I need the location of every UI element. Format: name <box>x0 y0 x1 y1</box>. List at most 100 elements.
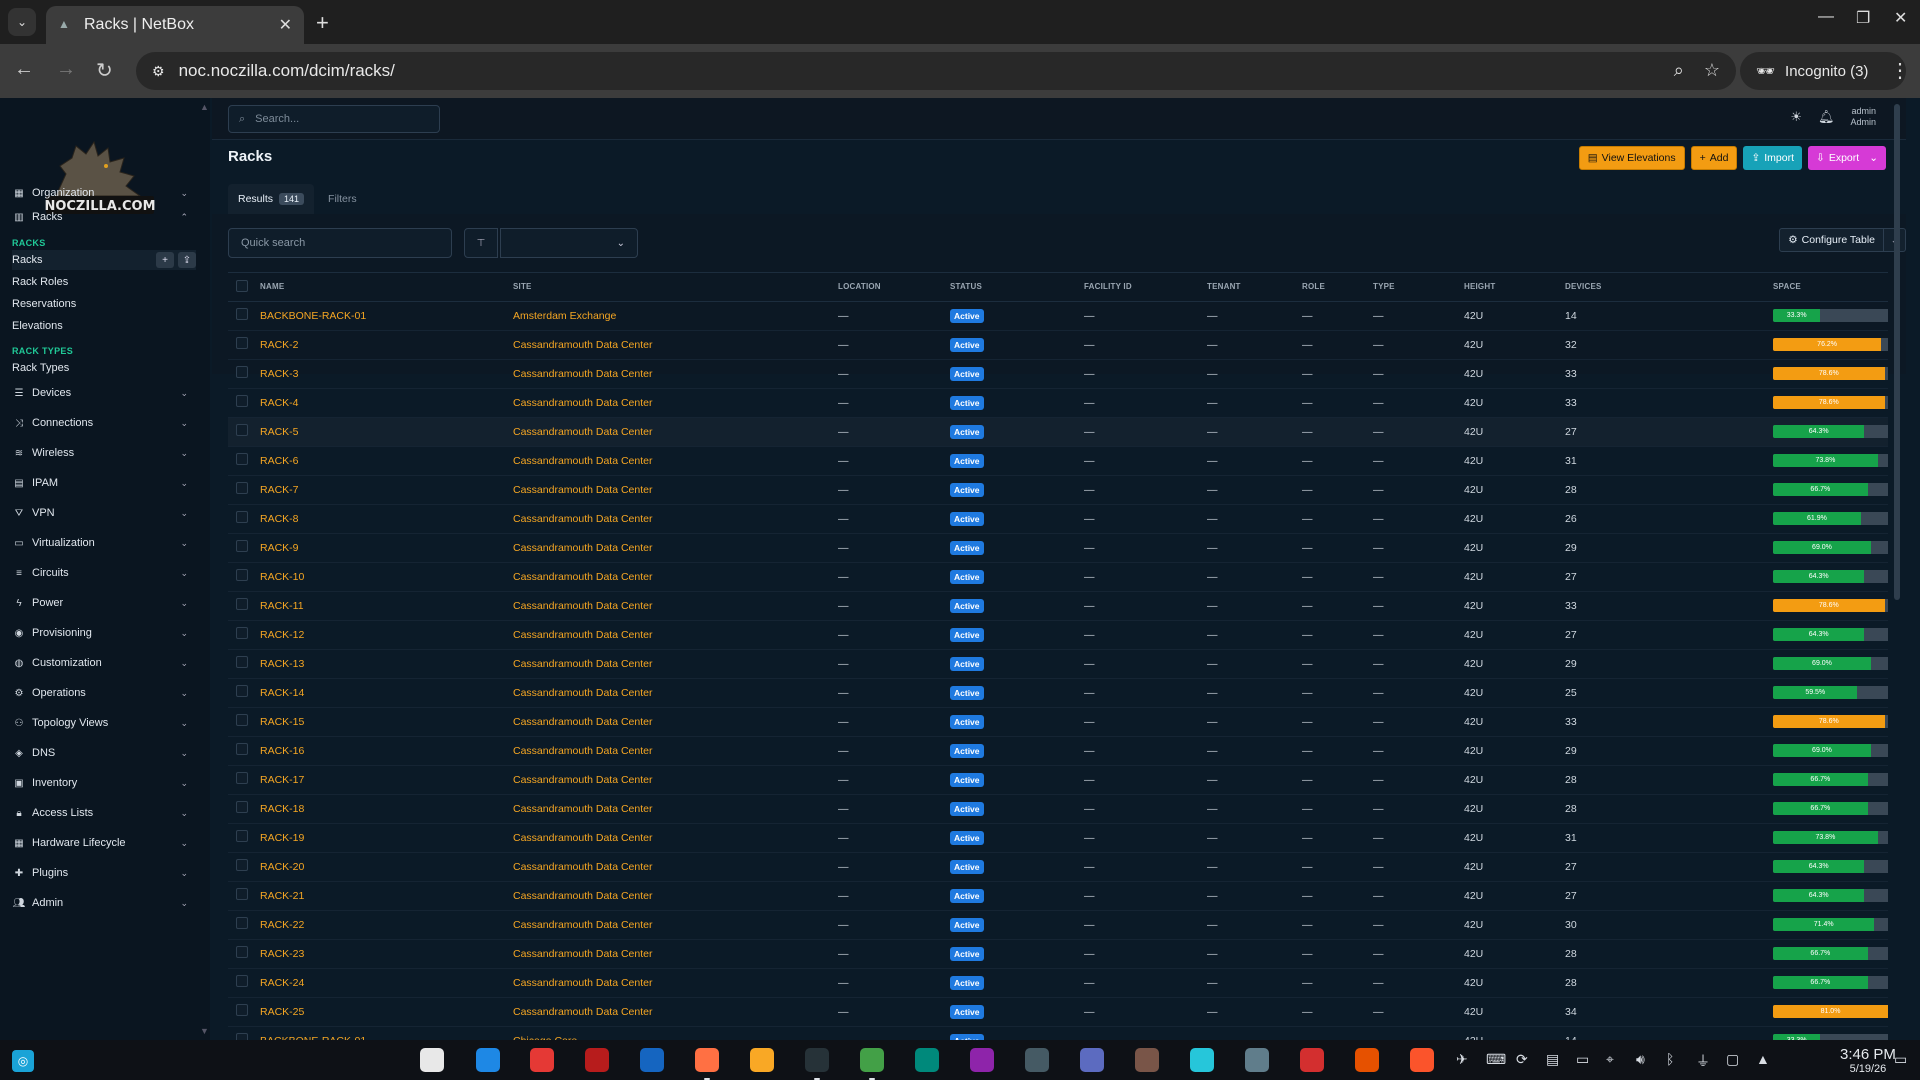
address-bar[interactable]: ⚙ noc.noczilla.com/dcim/racks/ ⌕ ☆ <box>136 52 1736 90</box>
row-checkbox[interactable] <box>236 366 248 378</box>
site-link[interactable]: Cassandramouth Data Center <box>513 861 653 873</box>
user-menu[interactable]: admin Admin <box>1850 106 1876 128</box>
sidebar-subitem-rack-roles[interactable]: Rack Roles <box>12 272 196 292</box>
sidebar-subitem-reservations[interactable]: Reservations <box>12 294 196 314</box>
gitkraken-icon[interactable] <box>915 1048 939 1072</box>
steam-icon[interactable] <box>1245 1048 1269 1072</box>
row-checkbox[interactable] <box>236 424 248 436</box>
vpn-app-icon[interactable] <box>1300 1048 1324 1072</box>
row-checkbox[interactable] <box>236 656 248 668</box>
sidebar-item-dns[interactable]: ◈ DNS ⌄ <box>0 742 196 764</box>
sidebar-item-operations[interactable]: ⚙ Operations ⌄ <box>0 682 196 704</box>
row-checkbox[interactable] <box>236 801 248 813</box>
site-link[interactable]: Cassandramouth Data Center <box>513 774 653 786</box>
clipboard-tray-icon[interactable]: ▤ <box>1546 1051 1559 1068</box>
files-app-icon[interactable] <box>420 1048 444 1072</box>
row-checkbox[interactable] <box>236 1004 248 1016</box>
sidebar-item-hardware-lifecycle[interactable]: ▦ Hardware Lifecycle ⌄ <box>0 832 196 854</box>
rack-name-link[interactable]: RACK-18 <box>260 803 304 815</box>
column-header[interactable]: DEVICES <box>1565 273 1773 302</box>
site-link[interactable]: Cassandramouth Data Center <box>513 977 653 989</box>
rocket-tray-icon[interactable]: ✈ <box>1456 1051 1468 1068</box>
filter-icon[interactable]: ⊤ <box>464 228 498 258</box>
site-link[interactable]: Cassandramouth Data Center <box>513 919 653 931</box>
site-link[interactable]: Cassandramouth Data Center <box>513 600 653 612</box>
row-checkbox[interactable] <box>236 975 248 987</box>
browser-tab[interactable]: ▲ Racks | NetBox ✕ <box>46 6 304 44</box>
forward-icon[interactable]: → <box>56 58 76 81</box>
sidebar-scrollbar[interactable]: ▲ ▼ <box>200 98 210 1040</box>
bluetooth-icon[interactable]: ᛒ <box>1666 1051 1674 1067</box>
terminal-icon[interactable] <box>805 1048 829 1072</box>
import-button[interactable]: ⇪ Import <box>1743 146 1803 170</box>
rack-name-link[interactable]: RACK-10 <box>260 571 304 583</box>
sidebar-item-provisioning[interactable]: ◉ Provisioning ⌄ <box>0 622 196 644</box>
site-link[interactable]: Cassandramouth Data Center <box>513 484 653 496</box>
rack-name-link[interactable]: RACK-22 <box>260 919 304 931</box>
rack-name-link[interactable]: RACK-19 <box>260 832 304 844</box>
scrollbar-thumb[interactable] <box>1894 104 1900 600</box>
back-icon[interactable]: ← <box>14 58 34 81</box>
kde-connect-icon[interactable] <box>476 1048 500 1072</box>
row-checkbox[interactable] <box>236 569 248 581</box>
blender-icon[interactable] <box>1355 1048 1379 1072</box>
rack-name-link[interactable]: RACK-23 <box>260 948 304 960</box>
rack-name-link[interactable]: RACK-7 <box>260 484 299 496</box>
sidebar-subitem-racks[interactable]: Racks + ⇪ <box>12 250 196 270</box>
rack-name-link[interactable]: RACK-12 <box>260 629 304 641</box>
column-header[interactable]: STATUS <box>950 273 1084 302</box>
rack-name-link[interactable]: RACK-20 <box>260 861 304 873</box>
saved-filter-select[interactable]: ⌄ <box>500 228 638 258</box>
sidebar-item-devices[interactable]: ☰ Devices ⌄ <box>0 382 196 404</box>
column-header[interactable]: TYPE <box>1373 273 1464 302</box>
rack-name-link[interactable]: RACK-2 <box>260 339 299 351</box>
brave-icon[interactable] <box>1410 1048 1434 1072</box>
restore-icon[interactable]: ❐ <box>1856 8 1870 28</box>
scroll-up-icon[interactable]: ▲ <box>200 102 209 112</box>
color-picker-icon[interactable] <box>970 1048 994 1072</box>
tab-search-dropdown[interactable]: ⌄ <box>8 8 36 36</box>
sidebar-item-inventory[interactable]: ▣ Inventory ⌄ <box>0 772 196 794</box>
rack-name-link[interactable]: RACK-25 <box>260 1006 304 1018</box>
site-link[interactable]: Cassandramouth Data Center <box>513 629 653 641</box>
add-rack-icon[interactable]: + <box>156 252 174 268</box>
sidebar-item-racks[interactable]: ▥ Racks ⌃ <box>0 206 196 228</box>
sidebar-item-plugins[interactable]: ✚ Plugins ⌄ <box>0 862 196 884</box>
tray-expand-icon[interactable]: ▲ <box>1756 1051 1770 1067</box>
row-checkbox[interactable] <box>236 714 248 726</box>
paint-app-icon[interactable] <box>1190 1048 1214 1072</box>
row-checkbox[interactable] <box>236 482 248 494</box>
site-link[interactable]: Cassandramouth Data Center <box>513 339 653 351</box>
filezilla-icon[interactable] <box>585 1048 609 1072</box>
row-checkbox[interactable] <box>236 859 248 871</box>
vm-manager-icon[interactable] <box>1080 1048 1104 1072</box>
rack-name-link[interactable]: RACK-17 <box>260 774 304 786</box>
sidebar-item-ipam[interactable]: ▤ IPAM ⌄ <box>0 472 196 494</box>
row-checkbox[interactable] <box>236 772 248 784</box>
column-header[interactable]: NAME <box>260 273 513 302</box>
close-tab-icon[interactable]: ✕ <box>279 15 292 35</box>
site-link[interactable]: Cassandramouth Data Center <box>513 890 653 902</box>
view-elevations-button[interactable]: ▤ View Elevations <box>1578 146 1685 170</box>
chrome-icon[interactable] <box>860 1048 884 1072</box>
rack-name-link[interactable]: RACK-16 <box>260 745 304 757</box>
rack-name-link[interactable]: RACK-21 <box>260 890 304 902</box>
sidebar-item-access-lists[interactable]: 🔒︎ Access Lists ⌄ <box>0 802 196 824</box>
sidebar-subitem-elevations[interactable]: Elevations <box>12 316 196 336</box>
incognito-indicator[interactable]: 🕶 Incognito (3) <box>1740 52 1906 90</box>
row-checkbox[interactable] <box>236 917 248 929</box>
row-checkbox[interactable] <box>236 946 248 958</box>
minimize-icon[interactable]: — <box>1818 8 1834 26</box>
global-search-input[interactable]: ⌕ Search... <box>228 105 440 133</box>
column-header[interactable]: FACILITY ID <box>1084 273 1207 302</box>
rack-name-link[interactable]: RACK-15 <box>260 716 304 728</box>
close-window-icon[interactable]: ✕ <box>1894 8 1907 28</box>
backup-app-icon[interactable] <box>530 1048 554 1072</box>
sidebar-subitem-rack-types[interactable]: Rack Types <box>12 358 196 378</box>
sync-tray-icon[interactable]: ⟳ <box>1516 1051 1528 1068</box>
site-link[interactable]: Cassandramouth Data Center <box>513 455 653 467</box>
site-link[interactable]: Cassandramouth Data Center <box>513 716 653 728</box>
rack-name-link[interactable]: BACKBONE-RACK-01 <box>260 310 366 322</box>
scroll-down-icon[interactable]: ▼ <box>200 1026 209 1036</box>
rack-name-link[interactable]: RACK-6 <box>260 455 299 467</box>
